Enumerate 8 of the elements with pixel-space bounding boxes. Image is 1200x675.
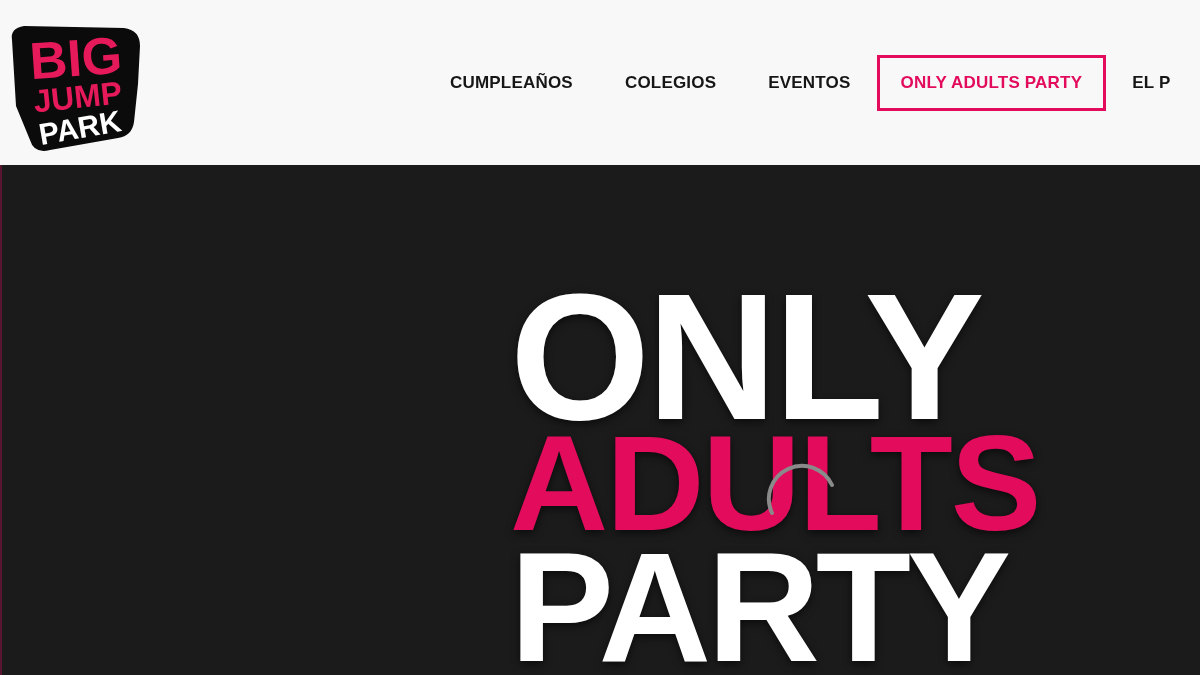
hero-heading-line: PARTY [510,545,1008,669]
nav-link[interactable]: ONLY ADULTS PARTY [876,54,1107,111]
hero-heading-line: ADULTS [510,429,1041,537]
nav-link[interactable]: COLEGIOS [598,54,743,111]
nav-link[interactable]: EL P [1106,54,1197,111]
nav-link[interactable]: EVENTOS [742,54,877,111]
hero-heading-line: ONLY [510,289,982,425]
nav-link[interactable]: CUMPLEAÑOS [424,54,599,111]
